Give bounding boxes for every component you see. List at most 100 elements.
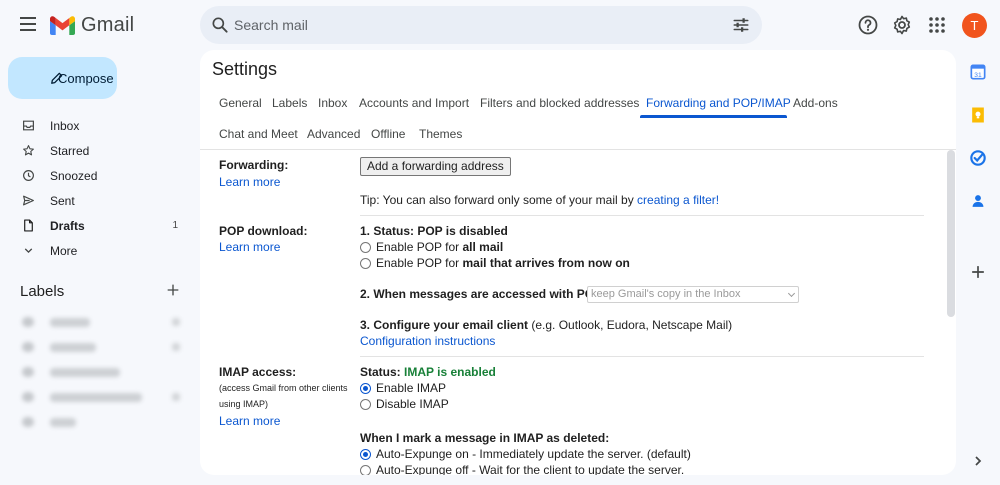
compose-button[interactable]: Compose — [8, 57, 117, 99]
pop-download-label: POP download: — [219, 224, 308, 238]
star-icon — [23, 145, 34, 156]
keep-icon[interactable] — [968, 105, 988, 125]
drafts-count: 1 — [172, 220, 178, 231]
pop-status: 1. Status: POP is disabled — [360, 224, 508, 238]
top-bar: Gmail T — [0, 0, 1000, 50]
sidebar-item-drafts[interactable]: Drafts 1 — [0, 213, 192, 238]
app-name: Gmail — [81, 13, 135, 36]
apps-grid-icon[interactable] — [925, 13, 949, 37]
label-item-blurred[interactable] — [20, 365, 180, 379]
avatar[interactable]: T — [962, 13, 987, 38]
sidebar-item-label: Starred — [50, 143, 90, 158]
imap-learn-more-link[interactable]: Learn more — [219, 414, 280, 428]
forwarding-tip: Tip: You can also forward only some of y… — [360, 193, 719, 207]
settings-content: Forwarding: Learn more Add a forwarding … — [200, 150, 940, 475]
sidebar-item-label: Inbox — [50, 118, 80, 133]
tab-filters-and-blocked-addresses[interactable]: Filters and blocked addresses — [480, 96, 639, 110]
svg-text:31: 31 — [974, 72, 982, 79]
pop-action-selected-value: keep Gmail's copy in the Inbox — [591, 288, 741, 300]
forwarding-learn-more-link[interactable]: Learn more — [219, 175, 280, 189]
gmail-m-icon — [50, 15, 75, 35]
enable-imap-label[interactable]: Enable IMAP — [376, 381, 446, 395]
pop-step2-label: 2. When messages are accessed with POP — [360, 287, 603, 301]
enable-pop-all-mail-label[interactable]: Enable POP for all mail — [376, 240, 503, 254]
sidebar-item-label: Sent — [50, 193, 75, 208]
auto-expunge-on-label[interactable]: Auto-Expunge on - Immediately update the… — [376, 447, 691, 461]
option-text: Enable POP for — [376, 256, 463, 270]
enable-imap-radio[interactable] — [360, 383, 371, 394]
disable-imap-radio[interactable] — [360, 399, 371, 410]
imap-note: (access Gmail from other clients using I… — [219, 383, 348, 409]
sidebar-item-sent[interactable]: Sent — [0, 188, 192, 213]
label-item-blurred[interactable] — [20, 415, 180, 429]
option-bold-text: mail that arrives from now on — [462, 256, 630, 270]
sidebar-item-label: Snoozed — [50, 168, 98, 183]
add-label-icon[interactable] — [165, 282, 181, 298]
page-title: Settings — [212, 59, 278, 79]
tasks-icon[interactable] — [968, 148, 988, 168]
pop-action-select[interactable]: keep Gmail's copy in the Inbox — [587, 286, 799, 303]
chevron-right-icon[interactable] — [970, 453, 986, 469]
search-input[interactable] — [234, 6, 714, 44]
tab-themes[interactable]: Themes — [419, 127, 462, 141]
auto-expunge-on-radio[interactable] — [360, 449, 371, 460]
forwarding-tip-text: Tip: You can also forward only some of y… — [360, 193, 638, 207]
active-tab-indicator — [640, 115, 787, 118]
pop-step3-rest: (e.g. Outlook, Eudora, Netscape Mail) — [528, 318, 733, 332]
sidebar-item-label: Drafts — [50, 218, 85, 233]
inbox-icon — [23, 120, 34, 131]
clock-icon — [23, 170, 34, 181]
compose-label: Compose — [58, 71, 114, 86]
gmail-logo[interactable]: Gmail — [50, 12, 134, 38]
imap-status-value: IMAP is enabled — [404, 365, 496, 379]
sidebar-item-snoozed[interactable]: Snoozed — [0, 163, 192, 188]
tab-offline[interactable]: Offline — [371, 127, 405, 141]
sidebar-nav: Inbox Starred Snoozed Sent Drafts 1 More — [0, 113, 192, 263]
option-text: Enable POP for — [376, 240, 463, 254]
auto-expunge-off-label[interactable]: Auto-Expunge off - Wait for the client t… — [376, 463, 684, 475]
enable-pop-from-now-radio[interactable] — [360, 258, 371, 269]
sidebar-item-more[interactable]: More — [0, 238, 192, 263]
help-icon[interactable] — [856, 13, 880, 37]
settings-gear-icon[interactable] — [890, 13, 914, 37]
pop-learn-more-link[interactable]: Learn more — [219, 240, 280, 254]
calendar-icon[interactable]: 31 — [968, 62, 988, 82]
tab-labels[interactable]: Labels — [272, 96, 307, 110]
settings-scrollbar[interactable] — [947, 150, 955, 317]
section-divider — [360, 356, 924, 357]
labels-heading: Labels — [20, 283, 65, 300]
pop-step3-bold: 3. Configure your email client — [360, 318, 529, 332]
label-item-blurred[interactable] — [20, 315, 180, 329]
tab-accounts-and-import[interactable]: Accounts and Import — [359, 96, 469, 110]
search-icon[interactable] — [210, 15, 230, 35]
tab-add-ons[interactable]: Add-ons — [793, 96, 838, 110]
auto-expunge-off-radio[interactable] — [360, 465, 371, 475]
disable-imap-label[interactable]: Disable IMAP — [376, 397, 449, 411]
sidebar-item-starred[interactable]: Starred — [0, 138, 192, 163]
add-forwarding-address-button[interactable]: Add a forwarding address — [360, 157, 511, 176]
imap-status-prefix: Status: — [360, 365, 405, 379]
enable-pop-all-mail-radio[interactable] — [360, 242, 371, 253]
search-bar[interactable] — [200, 6, 762, 44]
tab-general[interactable]: General — [219, 96, 262, 110]
tab-chat-and-meet[interactable]: Chat and Meet — [219, 127, 298, 141]
tab-advanced[interactable]: Advanced — [307, 127, 360, 141]
sidebar-item-label: More — [50, 243, 78, 258]
enable-pop-from-now-label[interactable]: Enable POP for mail that arrives from no… — [376, 256, 630, 270]
main-menu-icon[interactable] — [16, 13, 40, 37]
configuration-instructions-link[interactable]: Configuration instructions — [360, 334, 495, 348]
pop-step3: 3. Configure your email client (e.g. Out… — [360, 318, 732, 332]
search-options-icon[interactable] — [732, 16, 750, 34]
contacts-icon[interactable] — [968, 191, 988, 211]
get-addons-plus-icon[interactable] — [968, 262, 988, 282]
send-icon — [23, 195, 34, 206]
tab-inbox[interactable]: Inbox — [318, 96, 347, 110]
create-filter-link[interactable]: creating a filter! — [637, 193, 719, 207]
tab-forwarding-pop-imap[interactable]: Forwarding and POP/IMAP — [646, 96, 791, 110]
label-item-blurred[interactable] — [20, 390, 180, 404]
label-item-blurred[interactable] — [20, 340, 180, 354]
imap-access-label: IMAP access: — [219, 365, 297, 379]
imap-deleted-heading: When I mark a message in IMAP as deleted… — [360, 431, 610, 445]
forwarding-label: Forwarding: — [219, 158, 289, 172]
sidebar-item-inbox[interactable]: Inbox — [0, 113, 192, 138]
